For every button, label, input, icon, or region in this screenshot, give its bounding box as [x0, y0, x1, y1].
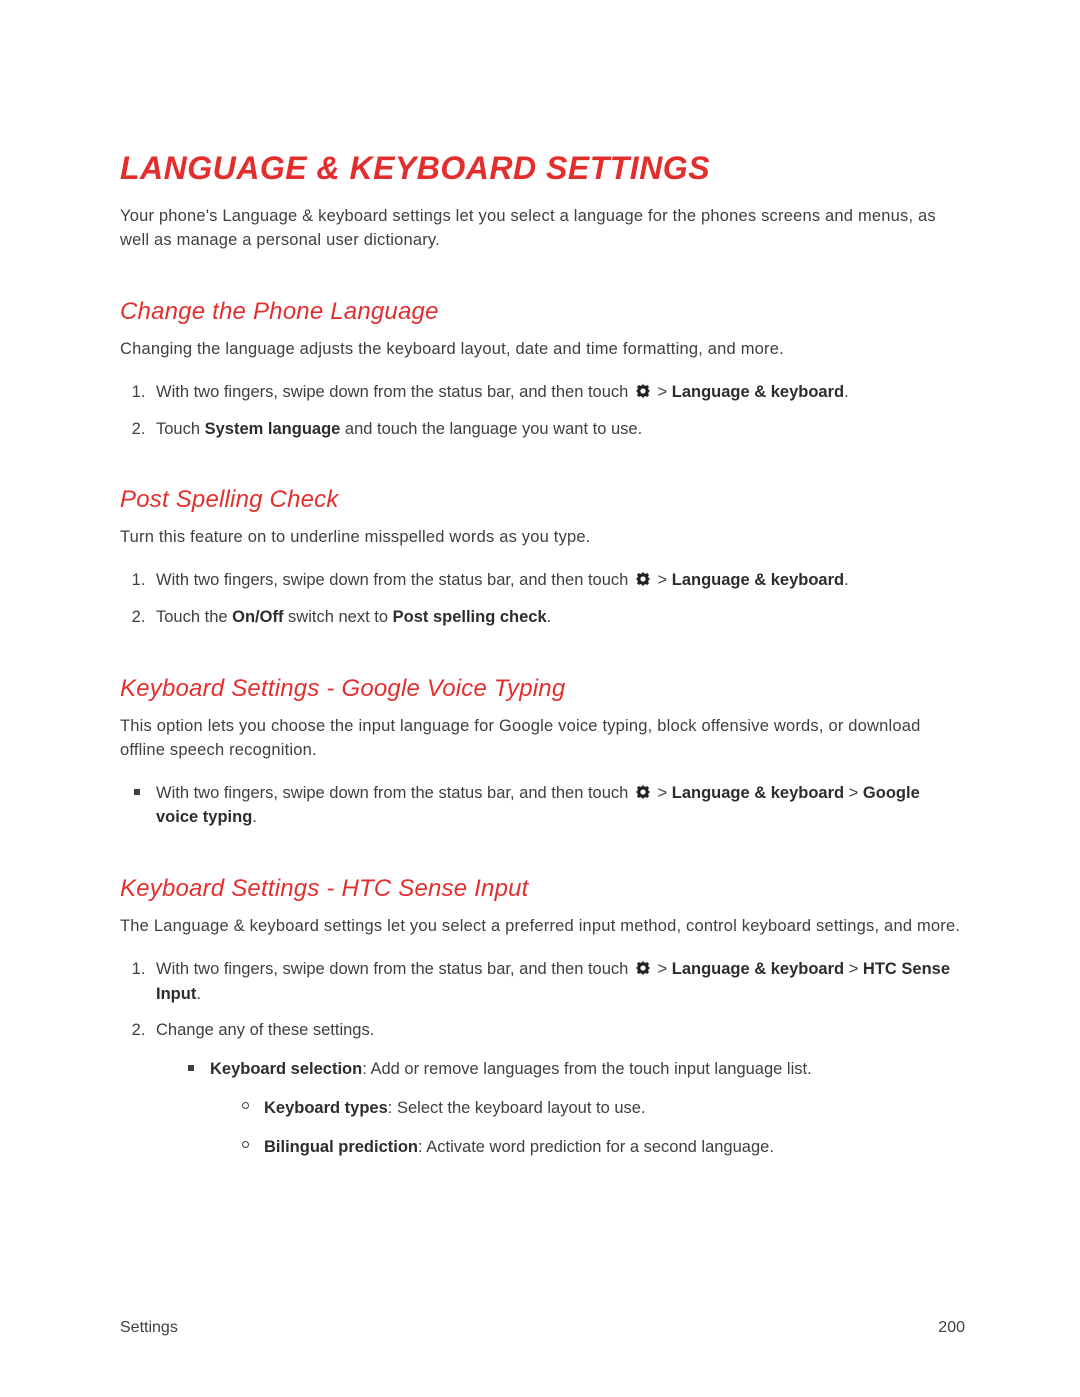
subsub-bullet-text: : Activate word prediction for a second … [418, 1138, 774, 1156]
sub-bullet-item: Keyboard selection: Add or remove langua… [204, 1057, 965, 1159]
settings-gear-icon [634, 959, 652, 977]
step-item: Touch the On/Off switch next to Post spe… [150, 605, 965, 630]
step-text: Change any of these settings. [156, 1021, 374, 1039]
step-text: . [844, 383, 849, 401]
section-intro: This option lets you choose the input la… [120, 715, 965, 763]
step-item: With two fingers, swipe down from the st… [150, 957, 965, 1007]
step-text: With two fingers, swipe down from the st… [156, 383, 633, 401]
step-text: > [653, 383, 672, 401]
step-item: Change any of these settings. Keyboard s… [150, 1018, 965, 1159]
page-footer: Settings 200 [120, 1319, 965, 1337]
footer-section-label: Settings [120, 1319, 178, 1337]
bullet-text: With two fingers, swipe down from the st… [156, 784, 633, 802]
subsub-bullet-item: Bilingual prediction: Activate word pred… [258, 1135, 965, 1160]
settings-gear-icon [634, 783, 652, 801]
settings-gear-icon [634, 382, 652, 400]
step-text: > [844, 960, 863, 978]
step-item: Touch System language and touch the lang… [150, 417, 965, 442]
page-title: LANGUAGE & KEYBOARD SETTINGS [120, 150, 965, 187]
section-heading-post-spelling: Post Spelling Check [120, 486, 965, 514]
step-bold: Language & keyboard [672, 571, 844, 589]
sub-bullet-text: : Add or remove languages from the touch… [362, 1060, 811, 1078]
bullet-item: With two fingers, swipe down from the st… [150, 781, 965, 831]
step-text: Touch the [156, 608, 232, 626]
ordered-steps: With two fingers, swipe down from the st… [120, 380, 965, 442]
sub-bullet-bold: Keyboard selection [210, 1060, 362, 1078]
step-item: With two fingers, swipe down from the st… [150, 380, 965, 405]
step-text: > [653, 960, 672, 978]
step-text: With two fingers, swipe down from the st… [156, 571, 633, 589]
step-text: > [653, 571, 672, 589]
step-text: With two fingers, swipe down from the st… [156, 960, 633, 978]
bullet-text: > [653, 784, 672, 802]
section-heading-google-voice: Keyboard Settings - Google Voice Typing [120, 675, 965, 703]
bullet-text: > [844, 784, 863, 802]
bullet-bold: Language & keyboard [672, 784, 844, 802]
sub-bullet-list: Keyboard selection: Add or remove langua… [156, 1057, 965, 1159]
subsub-bullet-list: Keyboard types: Select the keyboard layo… [210, 1096, 965, 1160]
step-bold: Language & keyboard [672, 960, 844, 978]
section-intro: The Language & keyboard settings let you… [120, 915, 965, 939]
step-text: switch next to [283, 608, 392, 626]
step-bold: Language & keyboard [672, 383, 844, 401]
subsub-bullet-item: Keyboard types: Select the keyboard layo… [258, 1096, 965, 1121]
section-heading-htc-sense: Keyboard Settings - HTC Sense Input [120, 875, 965, 903]
step-bold: System language [205, 420, 341, 438]
step-text: . [547, 608, 552, 626]
section-intro: Changing the language adjusts the keyboa… [120, 338, 965, 362]
document-page: LANGUAGE & KEYBOARD SETTINGS Your phone'… [0, 0, 1080, 1397]
bullet-text: . [252, 808, 257, 826]
section-intro: Turn this feature on to underline misspe… [120, 526, 965, 550]
step-text: and touch the language you want to use. [340, 420, 642, 438]
step-text: . [196, 985, 201, 1003]
step-bold: Post spelling check [393, 608, 547, 626]
bullet-list: With two fingers, swipe down from the st… [120, 781, 965, 831]
page-intro: Your phone's Language & keyboard setting… [120, 205, 965, 253]
footer-page-number: 200 [938, 1319, 965, 1337]
section-heading-change-language: Change the Phone Language [120, 298, 965, 326]
step-text: Touch [156, 420, 205, 438]
ordered-steps: With two fingers, swipe down from the st… [120, 957, 965, 1160]
subsub-bullet-text: : Select the keyboard layout to use. [388, 1099, 646, 1117]
step-bold: On/Off [232, 608, 283, 626]
subsub-bullet-bold: Keyboard types [264, 1099, 388, 1117]
step-item: With two fingers, swipe down from the st… [150, 568, 965, 593]
ordered-steps: With two fingers, swipe down from the st… [120, 568, 965, 630]
step-text: . [844, 571, 849, 589]
subsub-bullet-bold: Bilingual prediction [264, 1138, 418, 1156]
settings-gear-icon [634, 570, 652, 588]
